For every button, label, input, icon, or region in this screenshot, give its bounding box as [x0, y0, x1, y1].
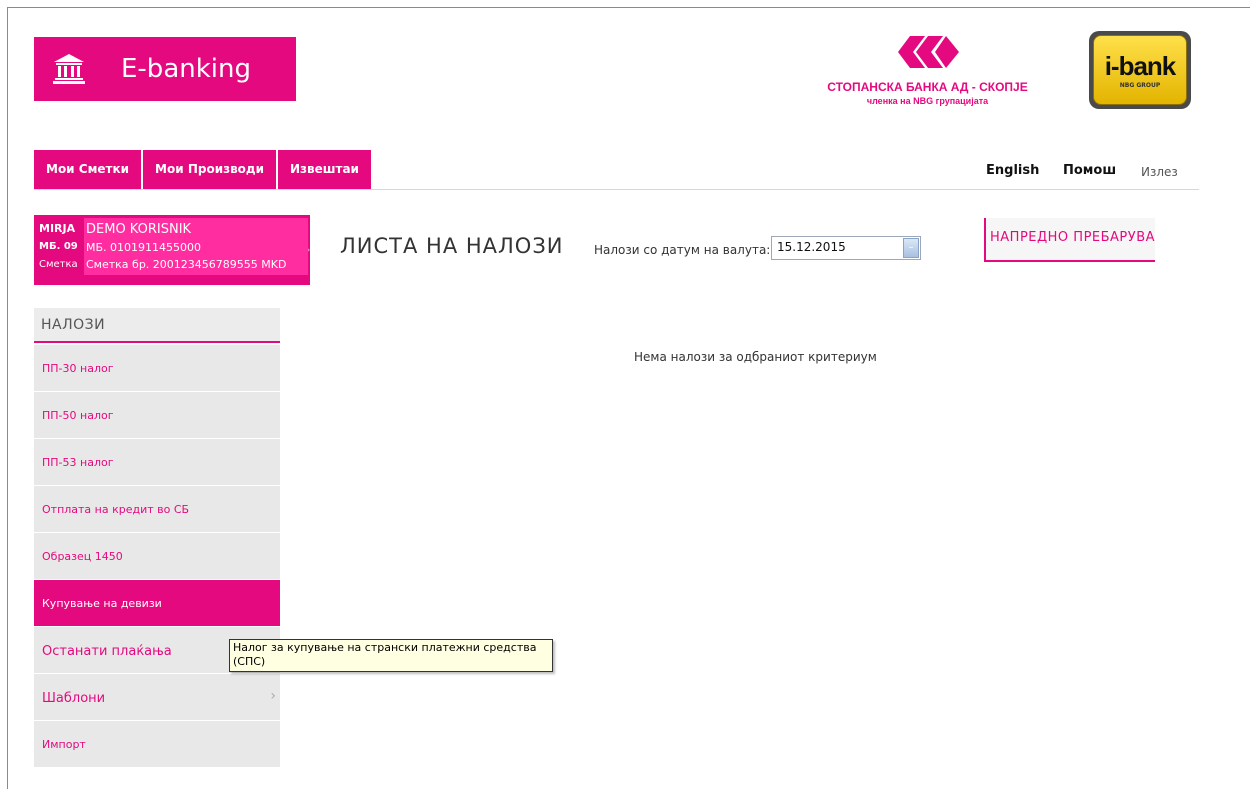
user-account-clipped: Сметка: [39, 259, 78, 270]
advanced-search-label: НАПРЕДНО ПРЕБАРУВА: [990, 230, 1156, 245]
sidebar-item-import[interactable]: Импорт: [34, 721, 280, 768]
sidebar-item-pp50[interactable]: ПП-50 налог: [34, 392, 280, 439]
help-link[interactable]: Помош: [1063, 163, 1116, 178]
bank-name: СТОПАНСКА БАНКА АД - СКОПЈЕ: [827, 80, 1028, 94]
advanced-search-button[interactable]: НАПРЕДНО ПРЕБАРУВА: [984, 218, 1155, 262]
sidebar-item-pp30[interactable]: ПП-30 налог: [34, 345, 280, 392]
sidebar-item-label: ПП-50 налог: [42, 409, 114, 422]
sidebar-item-templates[interactable]: Шаблони ›: [34, 674, 280, 721]
ibank-logo[interactable]: i-bank NBG GROUP: [1089, 31, 1191, 109]
nav-reports[interactable]: Извештаи: [278, 150, 373, 189]
chevron-right-icon: ›: [270, 688, 276, 704]
stopanska-logo-icon: [898, 36, 959, 68]
user-name-clipped: MIRJA: [39, 222, 76, 235]
sidebar-menu: ПП-30 налог ПП-50 налог ПП-53 налог Отпл…: [34, 345, 280, 768]
sidebar-item-form-1450[interactable]: Образец 1450: [34, 533, 280, 580]
sidebar-item-label: ПП-30 налог: [42, 362, 114, 375]
bank-logo[interactable]: СТОПАНСКА БАНКА АД - СКОПЈЕ членка на NB…: [815, 28, 1035, 128]
sidebar-item-label: Образец 1450: [42, 550, 123, 563]
sidebar-item-label: ПП-53 налог: [42, 456, 114, 469]
nav-my-products[interactable]: Мои Производи: [143, 150, 279, 189]
tooltip: Налог за купување на странски платежни с…: [229, 639, 553, 672]
user-name: DEMO KORISNIK: [86, 222, 192, 237]
sidebar-item-label: Отплата на кредит во СБ: [42, 503, 190, 516]
sidebar-heading: НАЛОЗИ: [34, 308, 280, 343]
ebanking-logo[interactable]: E-banking: [34, 37, 296, 101]
app-title: E-banking: [121, 54, 251, 84]
sidebar-item-label: Останати плаќања: [42, 644, 172, 659]
sidebar-item-label: Импорт: [42, 738, 86, 751]
sidebar-item-pp53[interactable]: ПП-53 налог: [34, 439, 280, 486]
bank-subtitle: членка на NBG групацијата: [866, 96, 989, 106]
user-mb: МБ. 0101911455000: [86, 241, 202, 254]
ibank-sub: NBG GROUP: [1119, 82, 1161, 89]
logout-link[interactable]: Излез: [1141, 165, 1178, 179]
date-filter-input[interactable]: 15.12.2015 –: [771, 236, 921, 260]
date-filter-label: Налози со датум на валута:: [594, 243, 771, 257]
empty-orders-message: Нема налози за одбраниот критериум: [634, 350, 877, 364]
date-filter-value: 15.12.2015: [777, 240, 846, 254]
main-nav: Мои Сметки Мои Производи Извештаи: [34, 150, 373, 189]
page-title: ЛИСТА НА НАЛОЗИ: [340, 234, 564, 258]
ibank-label: i-bank: [1104, 51, 1177, 81]
sidebar-item-label: Шаблони: [42, 691, 106, 706]
user-mb-clipped: МБ. 09: [39, 241, 78, 252]
sidebar-heading-label: НАЛОЗИ: [41, 317, 106, 333]
sidebar-item-loan-repayment[interactable]: Отплата на кредит во СБ: [34, 486, 280, 533]
sidebar-item-buy-currency[interactable]: Купување на девизи: [34, 580, 280, 627]
calendar-dropdown-icon[interactable]: –: [903, 238, 919, 258]
nav-divider: [34, 189, 1199, 190]
sidebar-item-label: Купување на девизи: [42, 597, 162, 610]
nav-my-accounts[interactable]: Мои Сметки: [34, 150, 144, 189]
bank-building-icon: [53, 54, 85, 84]
user-account: Сметка бр. 200123456789555 MKD: [86, 258, 287, 271]
english-link[interactable]: English: [986, 163, 1039, 178]
